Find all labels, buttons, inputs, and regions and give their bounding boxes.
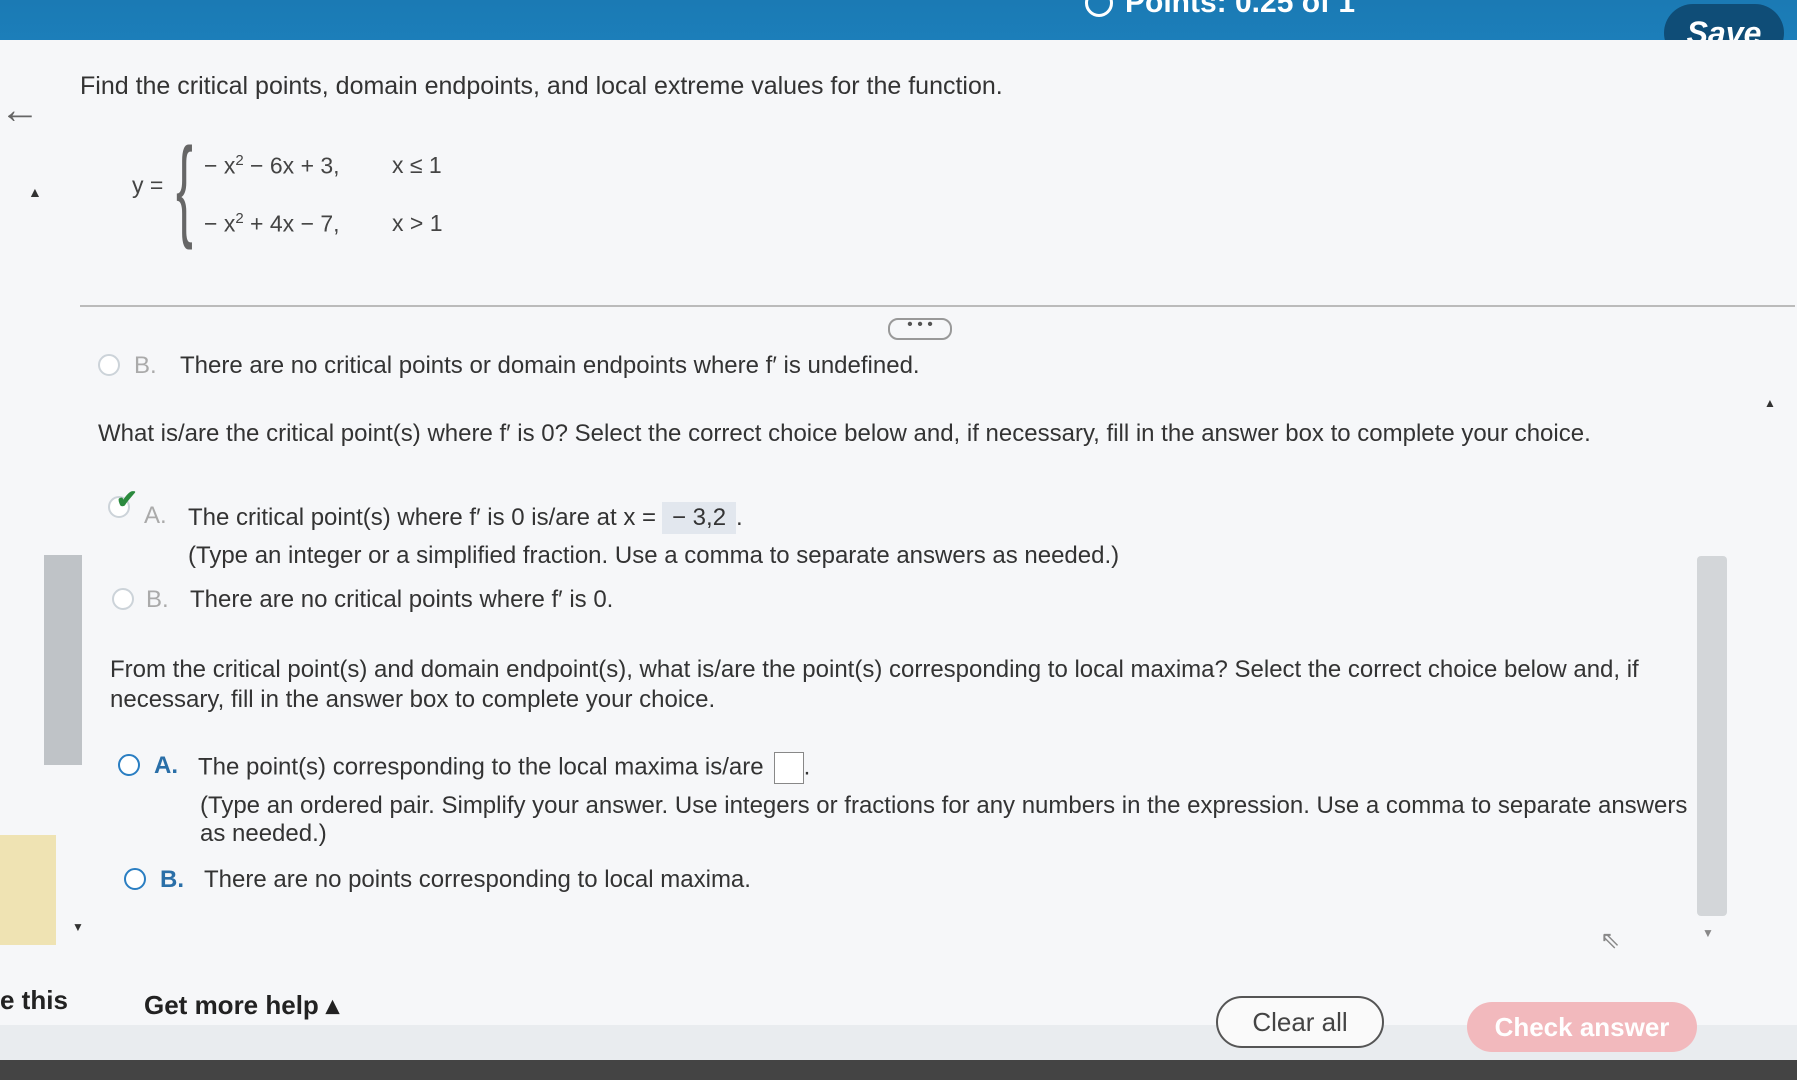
part2-option-a-letter: A. [144,502,167,529]
part1-option-b-letter: B. [134,352,157,379]
function-cond-2: x > 1 [392,210,443,236]
side-tab [0,835,56,945]
part2-prompt: What is/are the critical point(s) where … [98,420,1591,447]
part3-option-b-radio[interactable] [124,868,146,890]
scroll-down-icon[interactable]: ▼ [72,920,84,934]
part3-option-a-letter: A. [154,752,178,779]
scroll-up-right-icon[interactable]: ▲ [1764,396,1776,410]
expand-dots-button[interactable]: • • • [888,317,952,340]
function-lhs: y = [132,172,164,198]
function-cond-1: x ≤ 1 [392,152,442,178]
part2-option-b-text: There are no critical points where f′ is… [190,586,614,613]
bottom-bar [0,1060,1797,1080]
points-display: Points: 0.25 of 1 [1085,0,1355,20]
part3-prompt-line2: necessary, fill in the answer box to com… [110,686,716,713]
piecewise-function: y = { − x2 − 6x + 3, x ≤ 1 − x2 + 4x − 7… [130,132,460,256]
function-row-2: − x2 + 4x − 7, [204,210,340,237]
scroll-down-right-icon[interactable]: ▼ [1702,926,1714,940]
part2-option-a-line: The critical point(s) where f′ is 0 is/a… [188,502,743,534]
question-prompt: Find the critical points, domain endpoin… [80,72,1003,100]
part3-option-b-letter: B. [160,866,184,893]
part1-option-b-radio[interactable] [98,354,120,376]
mouse-cursor-icon: ⇖ [1600,927,1621,954]
function-row-1: − x2 − 6x + 3, [204,152,340,179]
clear-all-button[interactable]: Clear all [1216,996,1384,1048]
part2-option-b-letter: B. [146,586,169,613]
part2-option-a-hint: (Type an integer or a simplified fractio… [188,542,1120,569]
part3-prompt-line1: From the critical point(s) and domain en… [110,656,1639,683]
part3-option-a-radio[interactable] [118,754,140,776]
right-scrollbar-thumb[interactable] [1697,556,1727,916]
section-divider [80,305,1795,307]
brace-icon: { [176,125,193,250]
part1-option-b-text: There are no critical points or domain e… [180,352,920,379]
footer-left-text[interactable]: e this [0,985,68,1016]
check-answer-button[interactable]: Check answer [1467,1002,1697,1052]
back-arrow-icon[interactable]: ← [0,88,40,133]
correct-check-icon: ✔ [116,484,138,514]
scroll-up-icon[interactable]: ▲ [28,184,42,200]
part3-option-a-hint-line1: (Type an ordered pair. Simplify your ans… [200,792,1688,819]
part2-option-b-radio[interactable] [112,588,134,610]
points-text: Points: 0.25 of 1 [1125,0,1356,19]
left-scrollbar-thumb[interactable] [44,555,82,765]
get-more-help-button[interactable]: Get more help ▴ [144,990,339,1021]
part2-option-a-text: The critical point(s) where f′ is 0 is/a… [188,504,656,531]
part3-answer-box[interactable] [773,752,804,784]
part3-option-a-text: The point(s) corresponding to the local … [198,753,764,781]
points-icon [1085,0,1113,17]
part3-option-a-line: The point(s) corresponding to the local … [198,752,810,784]
part2-answer-box[interactable]: − 3,2 [662,502,737,534]
part3-option-a-hint-line2: as needed.) [200,820,327,847]
part3-option-b-text: There are no points corresponding to loc… [204,866,751,893]
